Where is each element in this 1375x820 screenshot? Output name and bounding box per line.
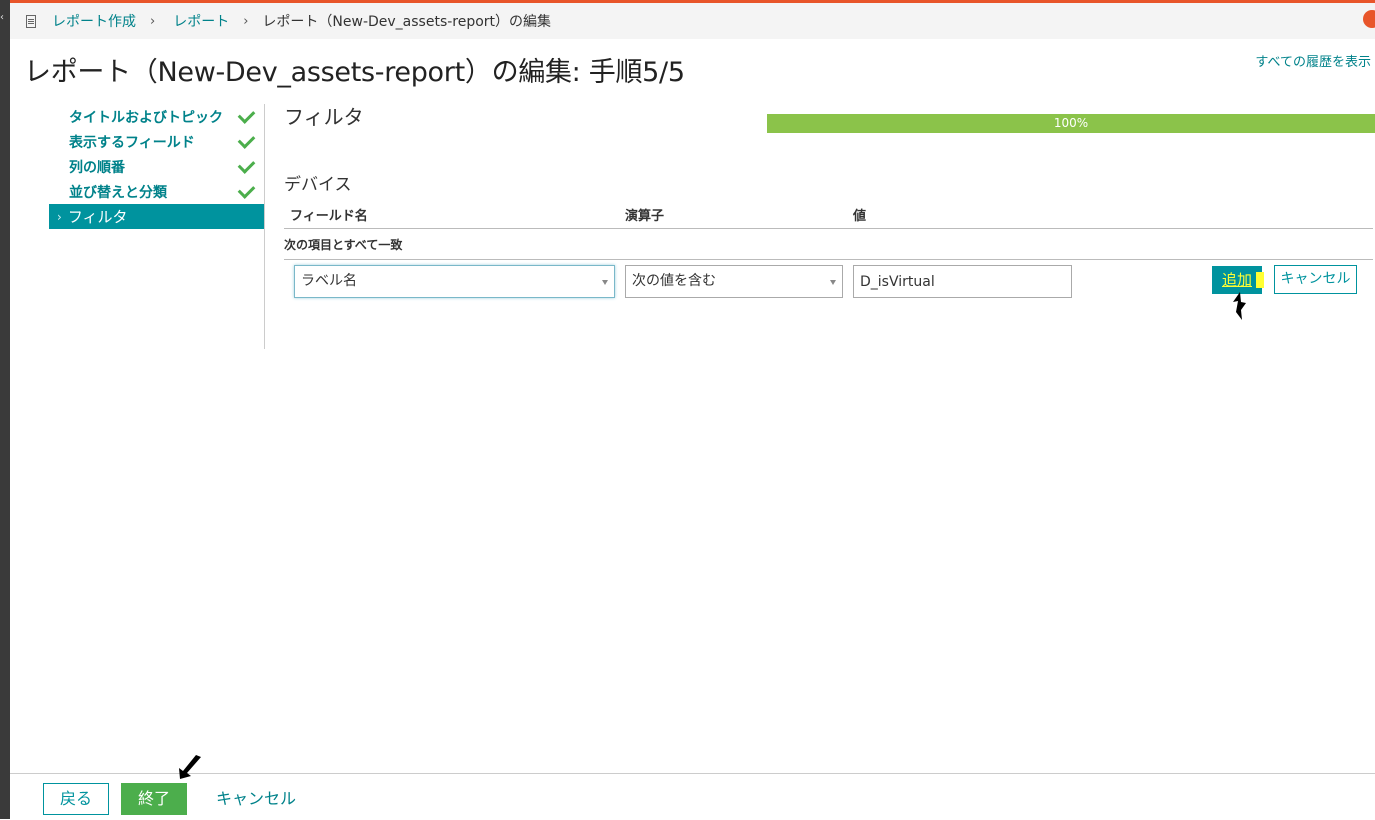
header-divider xyxy=(284,228,1373,229)
add-button-label: 追加 xyxy=(1221,271,1252,289)
column-header-value: 値 xyxy=(853,209,867,224)
dropdown-caret-icon xyxy=(830,280,836,285)
step-title-and-topic[interactable]: タイトルおよびトピック xyxy=(49,104,264,129)
breadcrumb-item-report[interactable]: レポート xyxy=(173,11,229,31)
filter-cancel-button[interactable]: キャンセル xyxy=(1274,265,1357,294)
step-label: 列の順番 xyxy=(69,159,125,176)
show-all-history-link[interactable]: すべての履歴を表示 xyxy=(1255,51,1371,70)
field-name-value: ラベル名 xyxy=(301,273,357,289)
hand-drawn-arrow-icon xyxy=(1233,292,1246,320)
row-divider xyxy=(284,259,1373,260)
breadcrumb-separator: › xyxy=(150,13,156,29)
step-label: タイトルおよびトピック xyxy=(69,109,223,126)
notification-dot[interactable] xyxy=(1363,10,1375,28)
wizard-steps: タイトルおよびトピック 表示するフィールド 列の順番 並び替えと分類 › フィル… xyxy=(49,104,264,229)
checkmark-icon xyxy=(237,130,256,149)
vertical-divider xyxy=(264,104,265,349)
footer-cancel-link[interactable]: キャンセル xyxy=(216,783,296,815)
step-label: 並び替えと分類 xyxy=(69,184,167,201)
finish-button[interactable]: 終了 xyxy=(121,783,187,815)
chevron-left-icon: ‹ xyxy=(0,12,4,23)
match-all-label: 次の項目とすべて一致 xyxy=(284,238,403,252)
page-title: レポート（New-Dev_assets-report）の編集: 手順5/5 xyxy=(24,57,685,88)
checkmark-icon xyxy=(237,155,256,174)
step-column-order[interactable]: 列の順番 xyxy=(49,154,264,179)
footer-bar xyxy=(10,773,1375,820)
step-sort-and-group[interactable]: 並び替えと分類 xyxy=(49,179,264,204)
checkmark-icon xyxy=(237,105,256,124)
breadcrumb-separator: › xyxy=(243,13,249,29)
section-title: フィルタ xyxy=(284,105,364,129)
chevron-right-icon: › xyxy=(57,209,62,224)
step-filter[interactable]: › フィルタ xyxy=(49,204,264,229)
operator-value: 次の値を含む xyxy=(632,273,716,289)
step-fields-to-display[interactable]: 表示するフィールド xyxy=(49,129,264,154)
hand-drawn-arrow-icon xyxy=(179,755,201,779)
dropdown-caret-icon xyxy=(602,280,608,285)
back-button[interactable]: 戻る xyxy=(43,783,109,815)
step-label: 表示するフィールド xyxy=(69,134,195,151)
breadcrumb-item-report-creation[interactable]: レポート作成 xyxy=(52,11,136,31)
breadcrumb: レポート作成 › レポート › レポート（New-Dev_assets-repo… xyxy=(10,3,1375,39)
column-header-operator: 演算子 xyxy=(625,209,665,224)
breadcrumb-current: レポート（New-Dev_assets-report）の編集 xyxy=(262,14,552,30)
filter-group-label: デバイス xyxy=(284,175,352,195)
document-icon xyxy=(26,14,36,28)
highlight-mark xyxy=(1256,272,1264,288)
field-name-select[interactable]: ラベル名 xyxy=(294,265,615,298)
left-edge-strip: ‹ xyxy=(0,0,10,819)
progress-bar: 100% xyxy=(767,114,1375,133)
filter-value-input[interactable] xyxy=(853,265,1072,298)
checkmark-icon xyxy=(237,180,256,199)
step-label: フィルタ xyxy=(67,208,128,226)
operator-select[interactable]: 次の値を含む xyxy=(625,265,843,298)
column-header-field: フィールド名 xyxy=(290,209,368,224)
progress-label: 100% xyxy=(1053,116,1089,130)
